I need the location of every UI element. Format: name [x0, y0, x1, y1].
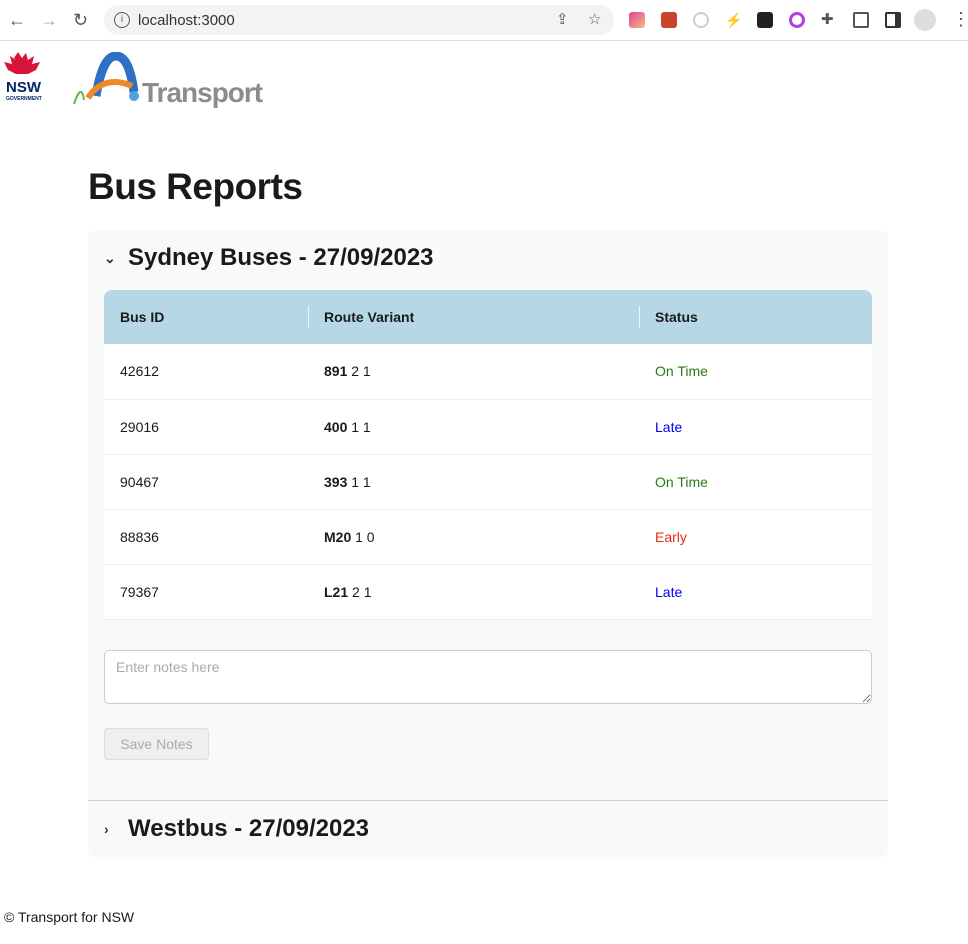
- profile-avatar[interactable]: [914, 9, 936, 31]
- browser-toolbar: ← → ↻ i localhost:3000 ⇪ ☆ ⚡ ✚ ⋮: [0, 0, 968, 41]
- cast-icon[interactable]: [853, 12, 869, 28]
- footer: © Transport for NSW: [4, 909, 135, 925]
- transport-logo: Transport: [73, 52, 264, 108]
- bus-id: 88836: [120, 528, 159, 545]
- svg-text:GOVERNMENT: GOVERNMENT: [6, 96, 42, 102]
- bus-id: 42612: [120, 363, 159, 380]
- column-header-route-variant[interactable]: Route Variant: [308, 290, 639, 344]
- route-variant: 891 2 1: [308, 344, 639, 399]
- extension-icon[interactable]: [693, 12, 709, 28]
- table-row[interactable]: 29016 400 1 1 Late: [104, 399, 872, 454]
- chevron-down-icon: ⌄: [104, 249, 116, 266]
- status: Late: [655, 418, 683, 435]
- extension-icon[interactable]: ⚡: [725, 12, 742, 28]
- puzzle-icon[interactable]: ✚: [821, 10, 837, 28]
- divider: [88, 800, 888, 801]
- column-header-bus-id[interactable]: Bus ID: [104, 290, 308, 344]
- menu-icon[interactable]: ⋮: [952, 9, 968, 30]
- route: M20: [324, 528, 352, 545]
- status: On Time: [655, 363, 708, 380]
- back-icon[interactable]: ←: [8, 10, 26, 31]
- reports-accordion: ⌄ Sydney Buses - 27/09/2023 Bus ID Route…: [88, 230, 888, 857]
- accordion-header-westbus[interactable]: › Westbus - 27/09/2023: [104, 815, 369, 843]
- nsw-government-logo: NSW GOVERNMENT: [4, 52, 42, 102]
- variant: 2 1: [351, 363, 371, 380]
- star-icon[interactable]: ☆: [588, 10, 601, 28]
- extension-icon[interactable]: [789, 12, 805, 28]
- route: 400: [324, 418, 348, 435]
- notes-input[interactable]: [104, 650, 872, 704]
- info-icon[interactable]: i: [114, 12, 130, 28]
- extension-icon[interactable]: [661, 12, 677, 28]
- route: L21: [324, 583, 349, 600]
- bus-id: 29016: [120, 418, 159, 435]
- address-bar[interactable]: i localhost:3000 ⇪ ☆: [104, 5, 614, 35]
- variant: 1 1: [351, 418, 371, 435]
- variant: 1 0: [355, 528, 375, 545]
- share-icon[interactable]: ⇪: [556, 10, 569, 28]
- column-header-status[interactable]: Status: [639, 290, 872, 344]
- svg-text:NSW: NSW: [6, 79, 42, 96]
- page-title: Bus Reports: [88, 166, 303, 207]
- accordion-title: Sydney Buses - 27/09/2023: [128, 244, 434, 271]
- status: Late: [655, 583, 683, 600]
- route-variant: M20 1 0: [308, 509, 639, 564]
- bus-table: Bus ID Route Variant Status 42612 891 2 …: [104, 290, 872, 620]
- route-variant: 400 1 1: [308, 399, 639, 454]
- bus-id: 90467: [120, 473, 159, 490]
- table-row[interactable]: 79367 L21 2 1 Late: [104, 564, 872, 619]
- extension-icon[interactable]: [629, 12, 645, 28]
- status: On Time: [655, 473, 708, 490]
- forward-icon[interactable]: →: [40, 10, 58, 31]
- logos: NSW GOVERNMENT Transport: [4, 52, 264, 108]
- accordion-title: Westbus - 27/09/2023: [128, 815, 370, 842]
- route-variant: 393 1 1: [308, 454, 639, 509]
- status: Early: [655, 528, 687, 545]
- route-variant: L21 2 1: [308, 564, 639, 619]
- bus-id: 79367: [120, 583, 159, 600]
- table-row[interactable]: 42612 891 2 1 On Time: [104, 344, 872, 399]
- chevron-right-icon: ›: [104, 821, 109, 837]
- route: 393: [324, 473, 348, 490]
- svg-text:Transport: Transport: [142, 77, 263, 108]
- url-text: localhost:3000: [138, 11, 235, 29]
- variant: 1 1: [351, 473, 371, 490]
- route: 891: [324, 363, 348, 380]
- accordion-header-sydney-buses[interactable]: ⌄ Sydney Buses - 27/09/2023: [104, 244, 434, 272]
- variant: 2 1: [352, 583, 372, 600]
- save-notes-button[interactable]: Save Notes: [104, 728, 209, 760]
- terminal-extension-icon[interactable]: [757, 12, 773, 28]
- reload-icon[interactable]: ↻: [73, 10, 88, 31]
- table-row[interactable]: 88836 M20 1 0 Early: [104, 509, 872, 564]
- sidepanel-icon[interactable]: [885, 12, 901, 28]
- table-row[interactable]: 90467 393 1 1 On Time: [104, 454, 872, 509]
